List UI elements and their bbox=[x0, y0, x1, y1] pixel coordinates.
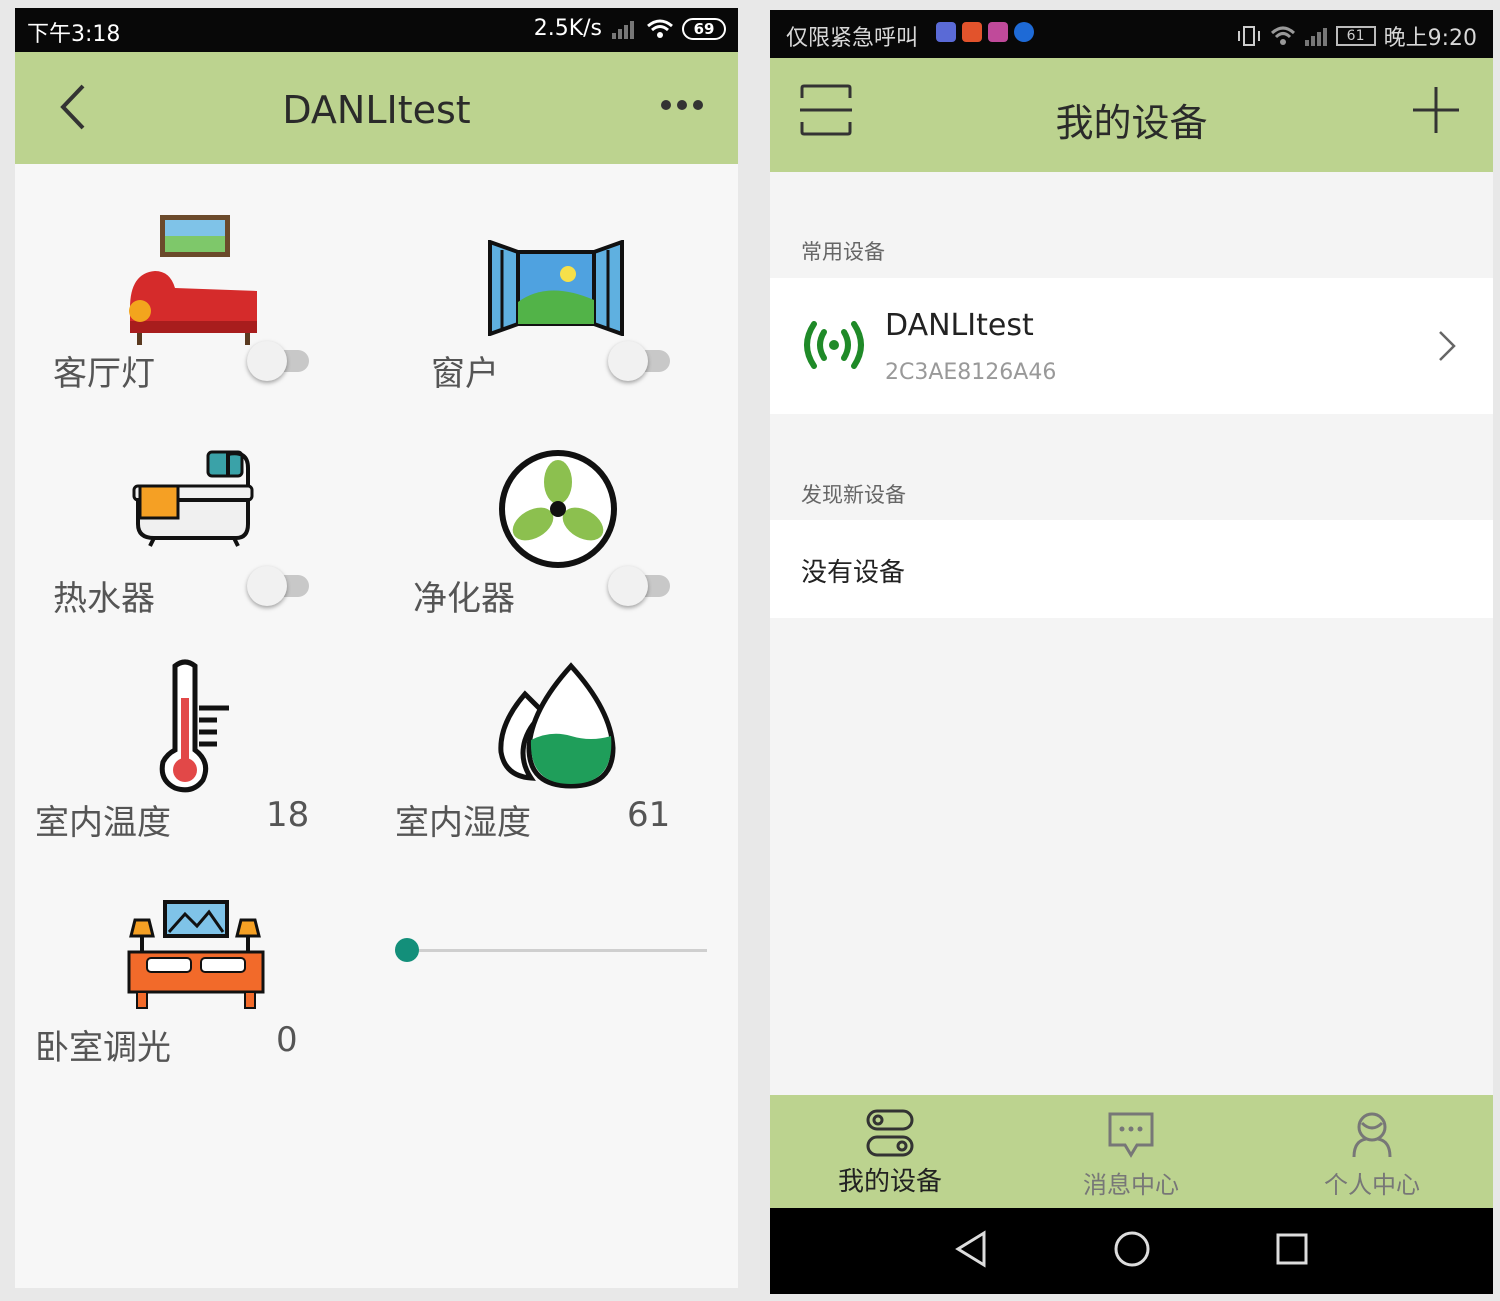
devices-icon bbox=[866, 1109, 914, 1157]
sofa-lamp-icon bbox=[129, 215, 257, 345]
wireless-signal-icon bbox=[804, 321, 864, 369]
humidity-value: 61 bbox=[627, 795, 671, 835]
dimmer-slider[interactable] bbox=[395, 936, 707, 964]
page-title: 我的设备 bbox=[1055, 101, 1208, 145]
system-navigation-bar bbox=[770, 1208, 1493, 1294]
status-bar: 仅限紧急呼叫 61 晚上9:20 bbox=[770, 10, 1493, 58]
status-time: 下午3:18 bbox=[27, 22, 121, 47]
back-triangle-icon[interactable] bbox=[954, 1230, 988, 1268]
wifi-icon bbox=[1270, 26, 1295, 45]
more-dots-icon[interactable] bbox=[660, 98, 704, 112]
living-room-light-toggle[interactable] bbox=[247, 341, 309, 381]
battery-icon: 61 bbox=[1335, 26, 1376, 46]
device-id: 2C3AE8126A46 bbox=[885, 360, 1057, 385]
page-title: DANLItest bbox=[282, 88, 471, 132]
nav-profile[interactable]: 个人中心 bbox=[1252, 1095, 1492, 1207]
purifier-toggle[interactable] bbox=[608, 566, 670, 606]
chevron-right-icon bbox=[1439, 331, 1456, 361]
slider-thumb[interactable] bbox=[395, 938, 419, 962]
home-circle-icon[interactable] bbox=[1113, 1230, 1151, 1268]
device-label: 净化器 bbox=[413, 579, 515, 619]
status-bar: 下午3:18 2.5K/s 69 bbox=[15, 8, 738, 52]
battery-icon: 69 bbox=[682, 17, 726, 40]
nav-messages[interactable]: 消息中心 bbox=[1011, 1095, 1251, 1207]
water-heater-toggle[interactable] bbox=[247, 566, 309, 606]
user-icon bbox=[1352, 1112, 1392, 1158]
app-bar: DANLItest bbox=[15, 52, 738, 164]
status-time: 晚上9:20 bbox=[1383, 26, 1477, 51]
thermometer-icon bbox=[159, 659, 229, 793]
device-label: 室内温度 bbox=[35, 803, 171, 843]
humidity-drops-icon bbox=[498, 662, 616, 789]
device-name: DANLItest bbox=[885, 308, 1034, 343]
emergency-call-text: 仅限紧急呼叫 bbox=[786, 26, 919, 51]
zhihu-app-icon bbox=[1014, 22, 1034, 42]
battery-level: 61 bbox=[1346, 28, 1365, 44]
recents-square-icon[interactable] bbox=[1275, 1232, 1309, 1266]
bedroom-icon bbox=[127, 900, 265, 1009]
plus-icon[interactable] bbox=[1411, 85, 1461, 135]
device-label: 窗户 bbox=[431, 354, 499, 394]
temperature-value: 18 bbox=[266, 795, 310, 835]
device-list-item[interactable]: DANLItest 2C3AE8126A46 bbox=[770, 278, 1493, 414]
photo-app-icon bbox=[988, 22, 1008, 42]
no-device-text: 没有设备 bbox=[801, 558, 906, 588]
toggle-knob bbox=[608, 566, 648, 606]
device-control-screen: 下午3:18 2.5K/s 69 DANLItest 客厅灯 窗户 热水器 净化… bbox=[15, 8, 738, 1288]
signal-icon bbox=[1304, 28, 1327, 46]
window-icon bbox=[488, 240, 624, 336]
wifi-icon bbox=[647, 19, 673, 38]
nav-label: 消息中心 bbox=[1083, 1171, 1179, 1199]
bottom-nav: 我的设备 消息中心 个人中心 bbox=[770, 1095, 1493, 1208]
device-label: 热水器 bbox=[53, 579, 155, 619]
slider-track bbox=[395, 949, 707, 952]
device-label: 卧室调光 bbox=[35, 1028, 171, 1068]
toggle-knob bbox=[247, 341, 287, 381]
message-icon bbox=[1108, 1112, 1154, 1158]
device-label: 室内湿度 bbox=[395, 803, 531, 843]
my-devices-screen: 仅限紧急呼叫 61 晚上9:20 我的设备 常用设备 DANLItest 2C3… bbox=[770, 10, 1493, 1294]
status-indicators: 2.5K/s 69 bbox=[534, 16, 726, 41]
status-indicators: 61 晚上9:20 bbox=[1236, 20, 1477, 52]
discover-devices-heading: 发现新设备 bbox=[801, 483, 906, 507]
music-app-icon bbox=[936, 22, 956, 42]
net-speed: 2.5K/s bbox=[533, 16, 602, 41]
bathtub-icon bbox=[132, 450, 254, 547]
common-devices-heading: 常用设备 bbox=[801, 240, 885, 264]
signal-icon bbox=[612, 20, 634, 39]
app-bar: 我的设备 bbox=[770, 58, 1493, 172]
vibrate-icon bbox=[1237, 26, 1260, 46]
empty-device-row: 没有设备 bbox=[770, 520, 1493, 618]
fan-icon bbox=[499, 450, 617, 568]
device-label: 客厅灯 bbox=[53, 354, 155, 394]
nav-my-devices[interactable]: 我的设备 bbox=[770, 1095, 1010, 1207]
nav-label: 个人中心 bbox=[1324, 1171, 1420, 1199]
toggle-knob bbox=[247, 566, 287, 606]
window-toggle[interactable] bbox=[608, 341, 670, 381]
video-app-icon bbox=[962, 22, 982, 42]
toggle-knob bbox=[608, 341, 648, 381]
battery-level: 69 bbox=[693, 19, 715, 38]
dimmer-value: 0 bbox=[276, 1020, 298, 1060]
notification-icons bbox=[936, 22, 1034, 42]
nav-label: 我的设备 bbox=[837, 1167, 942, 1197]
